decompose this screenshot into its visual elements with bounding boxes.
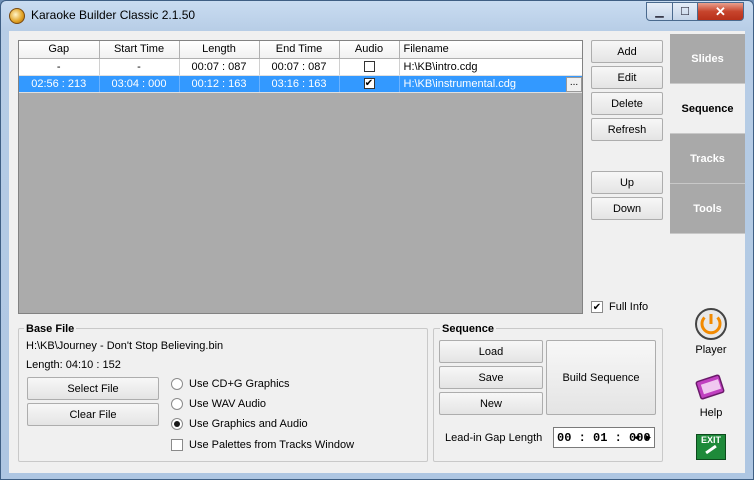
- palettes-label: Use Palettes from Tracks Window: [189, 439, 355, 451]
- new-button[interactable]: New: [439, 392, 543, 415]
- player-button[interactable]: Player: [685, 307, 737, 356]
- column-header-start-time[interactable]: Start Time: [99, 41, 180, 59]
- refresh-button[interactable]: Refresh: [591, 118, 663, 141]
- palettes-checkbox[interactable]: Use Palettes from Tracks Window: [171, 439, 354, 451]
- help-label: Help: [699, 407, 723, 419]
- cell-start-time: 03:04 : 000: [99, 75, 180, 93]
- player-label: Player: [695, 344, 727, 356]
- cell-start-time: -: [99, 58, 180, 76]
- spin-right-icon[interactable]: ▶: [644, 432, 653, 445]
- column-header-audio[interactable]: Audio: [339, 41, 400, 59]
- radio-dot-selected: [171, 418, 183, 430]
- tab-strip: Slides Sequence Tracks Tools: [670, 34, 745, 234]
- exit-button[interactable]: EXIT: [685, 434, 737, 460]
- add-button[interactable]: Add: [591, 40, 663, 63]
- clear-file-button[interactable]: Clear File: [27, 403, 159, 426]
- help-button[interactable]: Help: [685, 373, 737, 419]
- full-info-checkbox[interactable]: ✔ Full Info: [591, 301, 648, 313]
- close-button[interactable]: ✕: [697, 2, 744, 21]
- cell-filename: H:\KB\intro.cdg: [399, 58, 582, 76]
- sequence-grid[interactable]: Gap Start Time Length End Time Audio Fil…: [18, 40, 583, 314]
- radio-label: Use CD+G Graphics: [189, 378, 290, 390]
- help-book-icon: [695, 374, 725, 400]
- grid-header-row: Gap Start Time Length End Time Audio Fil…: [19, 41, 582, 59]
- exit-label: EXIT: [700, 435, 721, 445]
- move-up-button[interactable]: Up: [591, 171, 663, 194]
- audio-checkbox[interactable]: [363, 61, 375, 73]
- tab-sequence[interactable]: Sequence: [670, 84, 745, 134]
- cell-gap: -: [19, 58, 100, 76]
- radio-label: Use Graphics and Audio: [189, 418, 308, 430]
- window-title: Karaoke Builder Classic 2.1.50: [31, 8, 196, 22]
- base-file-title: Base File: [24, 323, 77, 335]
- leadin-gap-input[interactable]: 00 : 01 : 000 ◀ ▶: [553, 427, 655, 448]
- cell-end-time: 00:07 : 087: [259, 58, 340, 76]
- save-button[interactable]: Save: [439, 366, 543, 389]
- tab-tracks[interactable]: Tracks: [670, 134, 745, 184]
- tab-slides[interactable]: Slides: [670, 34, 745, 84]
- app-icon: [9, 8, 25, 24]
- full-info-check-icon: ✔: [591, 301, 603, 313]
- column-header-end-time[interactable]: End Time: [259, 41, 340, 59]
- radio-dot: [171, 378, 183, 390]
- exit-icon: EXIT: [696, 434, 726, 460]
- full-info-label: Full Info: [609, 301, 649, 313]
- leadin-gap-label: Lead-in Gap Length: [445, 432, 543, 444]
- select-file-button[interactable]: Select File: [27, 377, 159, 400]
- build-sequence-button[interactable]: Build Sequence: [546, 340, 656, 415]
- radio-label: Use WAV Audio: [189, 398, 267, 410]
- cell-gap: 02:56 : 213: [19, 75, 100, 93]
- radio-wav-audio[interactable]: Use WAV Audio: [171, 398, 266, 410]
- cell-end-time: 03:16 : 163: [259, 75, 340, 93]
- tab-tools[interactable]: Tools: [670, 184, 745, 234]
- table-row[interactable]: - - 00:07 : 087 00:07 : 087 H:\KB\intro.…: [19, 58, 582, 76]
- title-bar[interactable]: Karaoke Builder Classic 2.1.50 ▁ ☐ ✕: [1, 1, 753, 31]
- app-window: Karaoke Builder Classic 2.1.50 ▁ ☐ ✕ Gap…: [0, 0, 754, 480]
- delete-button[interactable]: Delete: [591, 92, 663, 115]
- sequence-title: Sequence: [440, 323, 496, 335]
- column-header-gap[interactable]: Gap: [19, 41, 100, 59]
- maximize-button[interactable]: ☐: [672, 2, 698, 21]
- cell-length: 00:07 : 087: [179, 58, 260, 76]
- checkbox-box: [171, 439, 183, 451]
- column-header-length[interactable]: Length: [179, 41, 260, 59]
- move-down-button[interactable]: Down: [591, 197, 663, 220]
- cell-length: 00:12 : 163: [179, 75, 260, 93]
- filename-text: H:\KB\instrumental.cdg: [403, 77, 517, 90]
- browse-file-button[interactable]: ...: [566, 76, 582, 92]
- cell-audio: [339, 58, 400, 76]
- power-icon: [695, 308, 727, 340]
- cell-filename: H:\KB\instrumental.cdg ...: [399, 75, 582, 93]
- column-header-filename[interactable]: Filename: [399, 41, 582, 59]
- base-file-path: H:\KB\Journey - Don't Stop Believing.bin: [26, 340, 224, 352]
- cell-audio: ✔: [339, 75, 400, 93]
- base-file-length: Length: 04:10 : 152: [26, 359, 121, 371]
- minimize-button[interactable]: ▁: [646, 2, 673, 21]
- spin-left-icon[interactable]: ◀: [632, 432, 641, 445]
- audio-checkbox[interactable]: ✔: [363, 78, 375, 90]
- radio-graphics-and-audio[interactable]: Use Graphics and Audio: [171, 418, 308, 430]
- client-area: Gap Start Time Length End Time Audio Fil…: [9, 31, 745, 473]
- load-button[interactable]: Load: [439, 340, 543, 363]
- table-row-selected[interactable]: 02:56 : 213 03:04 : 000 00:12 : 163 03:1…: [19, 75, 582, 93]
- radio-dot: [171, 398, 183, 410]
- radio-cdg-graphics[interactable]: Use CD+G Graphics: [171, 378, 290, 390]
- edit-button[interactable]: Edit: [591, 66, 663, 89]
